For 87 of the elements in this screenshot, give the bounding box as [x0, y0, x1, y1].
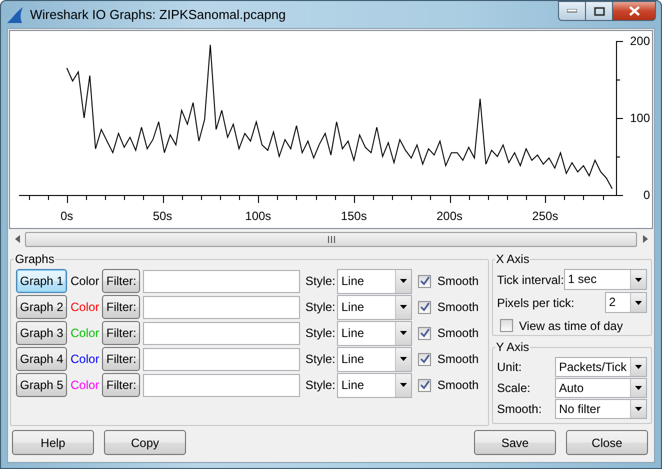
filter-button[interactable]: Filter:	[102, 321, 140, 345]
filter-field[interactable]	[143, 296, 300, 318]
graph-button[interactable]: Graph 2	[16, 295, 68, 319]
maximize-icon	[594, 6, 604, 16]
group-title: Graphs	[14, 252, 56, 266]
tick-interval-label: Tick interval:	[497, 272, 564, 286]
graph-button[interactable]: Graph 3	[16, 321, 68, 345]
time-of-day-label: View as time of day	[519, 318, 623, 332]
smooth-label: Smooth	[437, 300, 479, 314]
style-dropdown[interactable]: Line	[337, 372, 412, 398]
color-label[interactable]: Color	[68, 352, 102, 366]
tick-label: 150s	[340, 209, 367, 223]
filter-button[interactable]: Filter:	[102, 269, 140, 293]
pixels-per-tick-dropdown[interactable]: 2	[605, 292, 647, 313]
color-label[interactable]: Color	[68, 274, 102, 288]
minimize-button[interactable]	[558, 1, 585, 21]
window-title: Wireshark IO Graphs: ZIPKSanomal.pcapng	[30, 7, 287, 22]
caret-icon	[635, 364, 642, 368]
tick-label: 0	[643, 188, 650, 202]
maximize-button[interactable]	[585, 1, 612, 21]
caret-icon	[635, 386, 642, 390]
filter-field[interactable]	[143, 348, 300, 370]
dialog-button[interactable]: Close	[566, 430, 648, 455]
pixels-per-tick-label: Pixels per tick:	[497, 296, 574, 310]
filter-button[interactable]: Filter:	[102, 373, 140, 397]
close-icon	[628, 6, 640, 16]
style-dropdown[interactable]: Line	[337, 268, 412, 294]
tick-label: 0s	[60, 209, 74, 223]
time-of-day-checkbox[interactable]	[500, 319, 513, 332]
tick-label: 50s	[152, 209, 172, 223]
left-arrow-icon[interactable]	[14, 235, 20, 243]
smooth-label: Smooth	[437, 326, 479, 340]
caret-icon	[635, 278, 642, 282]
caret-icon	[635, 406, 642, 410]
caret-icon	[400, 357, 408, 361]
graph-button[interactable]: Graph 5	[16, 373, 68, 397]
filter-button[interactable]: Filter:	[102, 295, 140, 319]
style-label: Style:	[305, 274, 336, 288]
smooth-label: Smooth	[437, 274, 479, 288]
dialog-button[interactable]: Save	[474, 430, 556, 455]
graph-button[interactable]: Graph 1	[16, 269, 68, 293]
group-title: Y Axis	[495, 340, 530, 354]
option-dropdown[interactable]: Packets/Tick	[555, 356, 647, 376]
smooth-checkbox[interactable]	[418, 300, 432, 314]
smooth-checkbox[interactable]	[418, 326, 432, 340]
filter-button[interactable]: Filter:	[102, 347, 140, 371]
tick-interval-dropdown[interactable]: 1 sec	[564, 269, 647, 290]
caret-icon	[400, 279, 408, 283]
caret-icon	[400, 331, 408, 335]
option-dropdown[interactable]: No filter	[555, 398, 647, 418]
smooth-checkbox[interactable]	[418, 274, 432, 288]
smooth-label: Smooth	[437, 378, 479, 392]
caret-icon	[400, 305, 408, 309]
dialog-button[interactable]: Copy	[104, 430, 186, 455]
style-label: Style:	[305, 378, 336, 392]
style-label: Style:	[305, 326, 336, 340]
style-dropdown[interactable]: Line	[337, 294, 412, 320]
style-label: Style:	[305, 352, 336, 366]
smooth-checkbox[interactable]	[418, 378, 432, 392]
field-label: Scale:	[497, 380, 532, 394]
minimize-icon	[567, 9, 577, 13]
style-dropdown[interactable]: Line	[337, 346, 412, 372]
color-label[interactable]: Color	[68, 300, 102, 314]
tick-label: 200	[630, 34, 650, 48]
tick-label: 100	[630, 111, 650, 125]
smooth-label: Smooth	[437, 352, 479, 366]
graph-button[interactable]: Graph 4	[16, 347, 68, 371]
group-title: X Axis	[495, 252, 530, 266]
dialog-button[interactable]: Help	[12, 430, 94, 455]
filter-field[interactable]	[143, 322, 300, 344]
caret-icon	[400, 383, 408, 387]
smooth-checkbox[interactable]	[418, 352, 432, 366]
grip-icon	[326, 236, 336, 242]
style-dropdown[interactable]: Line	[337, 320, 412, 346]
tick-label: 250s	[532, 209, 558, 223]
tick-label: 100s	[245, 209, 272, 223]
close-button[interactable]	[612, 1, 656, 21]
caret-icon	[635, 300, 642, 304]
filter-field[interactable]	[143, 374, 300, 396]
field-label: Smooth:	[497, 402, 543, 416]
right-arrow-icon[interactable]	[642, 235, 648, 243]
filter-field[interactable]	[143, 270, 300, 292]
shark-fin-icon	[6, 6, 24, 22]
field-label: Unit:	[497, 360, 523, 374]
tick-label: 200s	[436, 209, 463, 223]
option-dropdown[interactable]: Auto	[555, 378, 647, 398]
style-label: Style:	[305, 300, 336, 314]
